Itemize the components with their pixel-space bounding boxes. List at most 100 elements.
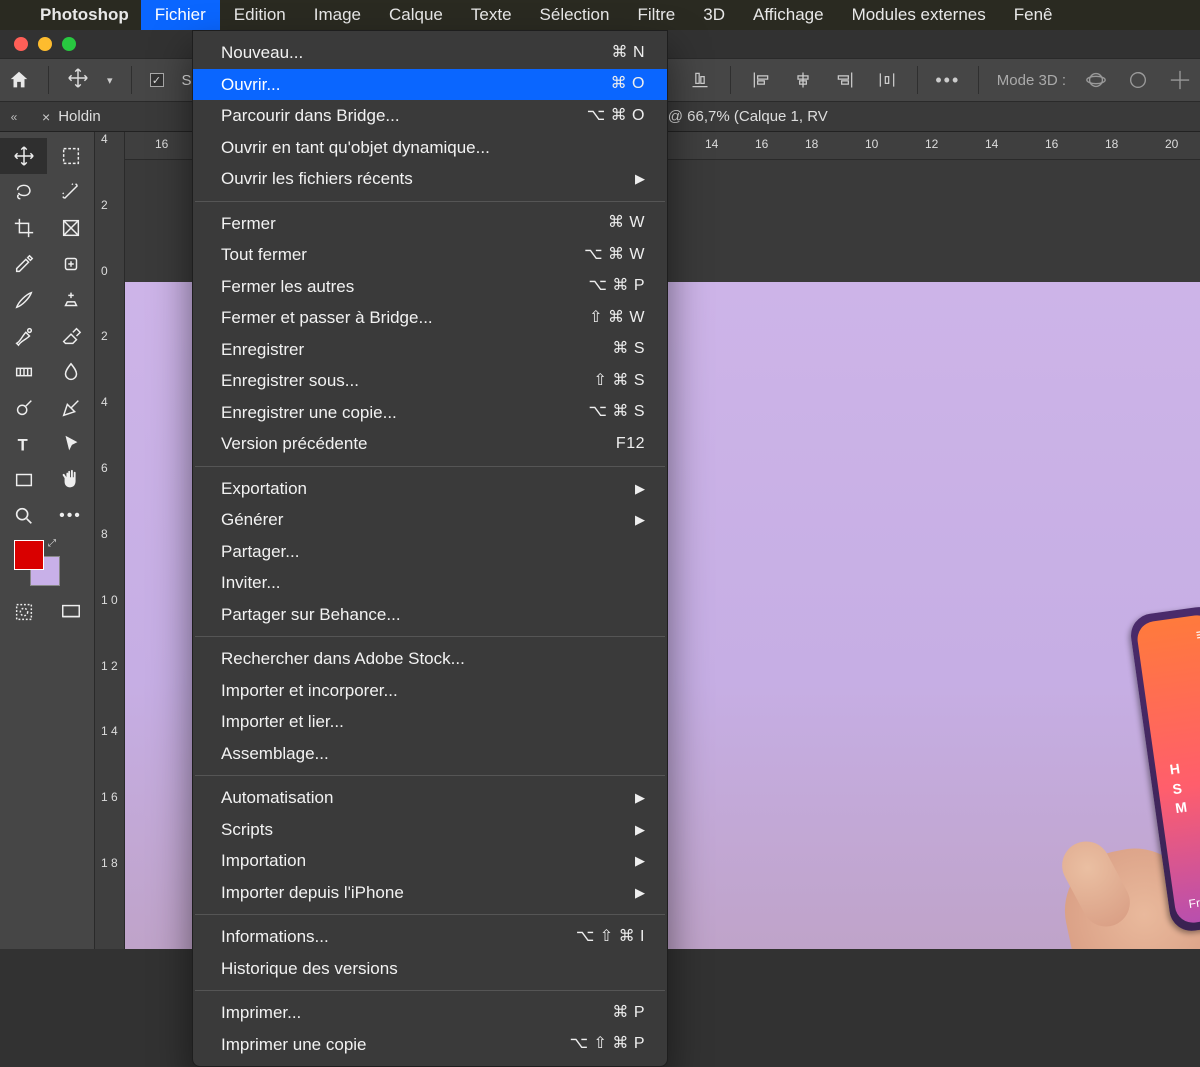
menu-3d[interactable]: 3D: [689, 0, 739, 30]
magic-wand-tool[interactable]: [47, 174, 94, 210]
tool-palette: T ••• ⤢: [0, 132, 95, 949]
menu-item[interactable]: Nouveau...⌘ N: [193, 37, 667, 69]
submenu-arrow-icon: ▶: [635, 851, 645, 871]
app-name[interactable]: Photoshop: [28, 5, 141, 25]
menu-item[interactable]: Ouvrir en tant qu'objet dynamique...: [193, 132, 667, 164]
panel-collapse-icon[interactable]: «: [0, 110, 28, 124]
rotate-3d-icon[interactable]: [1126, 68, 1150, 92]
menu-item[interactable]: Ouvrir...⌘ O: [193, 69, 667, 101]
move-tool[interactable]: [0, 138, 47, 174]
clone-stamp-tool[interactable]: [47, 282, 94, 318]
menu-item[interactable]: Importer et lier...: [193, 706, 667, 738]
align-hcenter-icon[interactable]: [791, 68, 815, 92]
menu-item[interactable]: Enregistrer sous...⇧ ⌘ S: [193, 365, 667, 397]
screen-mode-icon[interactable]: [47, 594, 94, 630]
dropdown-caret-icon[interactable]: ▾: [107, 74, 113, 87]
menu-item[interactable]: Imprimer une copie⌥ ⇧ ⌘ P: [193, 1029, 667, 1061]
eyedropper-tool[interactable]: [0, 246, 47, 282]
close-tab-icon[interactable]: ×: [42, 109, 50, 125]
menu-image[interactable]: Image: [300, 0, 375, 30]
menu-modules-externes[interactable]: Modules externes: [838, 0, 1000, 30]
submenu-arrow-icon: ▶: [635, 169, 645, 189]
menu-edition[interactable]: Edition: [220, 0, 300, 30]
menu-item[interactable]: Scripts▶: [193, 814, 667, 846]
menu-item[interactable]: Informations...⌥ ⇧ ⌘ I: [193, 921, 667, 953]
ruler-tick: 1 0: [95, 593, 124, 659]
menu-item[interactable]: Imprimer...⌘ P: [193, 997, 667, 1029]
fichier-menu-dropdown: Nouveau...⌘ NOuvrir...⌘ OParcourir dans …: [192, 30, 668, 1067]
distribute-icon[interactable]: [875, 68, 899, 92]
path-selection-tool[interactable]: [47, 426, 94, 462]
menu-item[interactable]: Inviter...: [193, 567, 667, 599]
menu-item[interactable]: Rechercher dans Adobe Stock...: [193, 643, 667, 675]
dodge-tool[interactable]: [0, 390, 47, 426]
orbit-3d-icon[interactable]: [1084, 68, 1108, 92]
traffic-light-close[interactable]: [14, 37, 28, 51]
auto-select-checkbox[interactable]: ✓: [150, 73, 164, 87]
menu-fichier[interactable]: Fichier: [141, 0, 220, 30]
history-brush-tool[interactable]: [0, 318, 47, 354]
hand-tool[interactable]: [47, 462, 94, 498]
ruler-tick: 1 6: [95, 790, 124, 856]
align-bottom-icon[interactable]: [688, 68, 712, 92]
pen-tool[interactable]: [47, 390, 94, 426]
blur-tool[interactable]: [47, 354, 94, 390]
pan-3d-icon[interactable]: [1168, 68, 1192, 92]
align-right-icon[interactable]: [833, 68, 857, 92]
menu-texte[interactable]: Texte: [457, 0, 526, 30]
healing-brush-tool[interactable]: [47, 246, 94, 282]
menu-item[interactable]: Importation▶: [193, 845, 667, 877]
gradient-tool[interactable]: [0, 354, 47, 390]
type-tool[interactable]: T: [0, 426, 47, 462]
lasso-tool[interactable]: [0, 174, 47, 210]
menu-item[interactable]: Importer depuis l'iPhone▶: [193, 877, 667, 909]
crop-tool[interactable]: [0, 210, 47, 246]
menu-item[interactable]: Enregistrer une copie...⌥ ⌘ S: [193, 397, 667, 429]
menu-item-label: Ouvrir les fichiers récents: [221, 166, 413, 192]
quick-mask-icon[interactable]: [0, 594, 47, 630]
menu-item[interactable]: Partager...: [193, 536, 667, 568]
move-tool-icon[interactable]: [67, 67, 89, 93]
divider: [917, 66, 918, 94]
menu-item[interactable]: Ouvrir les fichiers récents ▶: [193, 163, 667, 195]
frame-tool[interactable]: [47, 210, 94, 246]
menu-affichage[interactable]: Affichage: [739, 0, 838, 30]
menu-item[interactable]: Générer▶: [193, 504, 667, 536]
menu-item[interactable]: Automatisation▶: [193, 782, 667, 814]
menu-item[interactable]: Historique des versions: [193, 953, 667, 985]
brush-tool[interactable]: [0, 282, 47, 318]
menu-item[interactable]: Enregistrer⌘ S: [193, 334, 667, 366]
menu-item[interactable]: Partager sur Behance...: [193, 599, 667, 631]
align-left-icon[interactable]: [749, 68, 773, 92]
traffic-light-zoom[interactable]: [62, 37, 76, 51]
menu-item[interactable]: Parcourir dans Bridge...⌥ ⌘ O: [193, 100, 667, 132]
rectangle-tool[interactable]: [0, 462, 47, 498]
menu-item[interactable]: Fermer et passer à Bridge...⇧ ⌘ W: [193, 302, 667, 334]
submenu-arrow-icon: ▶: [635, 479, 645, 499]
menu-item[interactable]: Fermer⌘ W: [193, 208, 667, 240]
edit-toolbar-icon[interactable]: •••: [47, 498, 94, 534]
swap-colors-icon[interactable]: ⤢: [48, 538, 56, 549]
color-swatches[interactable]: ⤢: [0, 534, 94, 588]
home-icon[interactable]: [8, 69, 30, 91]
more-icon[interactable]: •••: [936, 68, 960, 92]
menu-shortcut: ⌘ W: [608, 211, 645, 235]
menu-filtre[interactable]: Filtre: [623, 0, 689, 30]
foreground-color[interactable]: [14, 540, 44, 570]
traffic-light-minimize[interactable]: [38, 37, 52, 51]
menu-item[interactable]: Fermer les autres⌥ ⌘ P: [193, 271, 667, 303]
menu-item[interactable]: Version précédenteF12: [193, 428, 667, 460]
marquee-tool[interactable]: [47, 138, 94, 174]
menu-selection[interactable]: Sélection: [526, 0, 624, 30]
menu-item[interactable]: Assemblage...: [193, 738, 667, 770]
ruler-tick: 14: [705, 137, 718, 151]
menu-item[interactable]: Tout fermer⌥ ⌘ W: [193, 239, 667, 271]
eraser-tool[interactable]: [47, 318, 94, 354]
menu-fenetre[interactable]: Fenê: [1000, 0, 1067, 30]
zoom-tool[interactable]: [0, 498, 47, 534]
menu-item[interactable]: Importer et incorporer...: [193, 675, 667, 707]
ruler-tick: 2: [95, 198, 124, 264]
menu-item[interactable]: Exportation▶: [193, 473, 667, 505]
document-tab[interactable]: × Holdin: [28, 102, 115, 131]
menu-calque[interactable]: Calque: [375, 0, 457, 30]
